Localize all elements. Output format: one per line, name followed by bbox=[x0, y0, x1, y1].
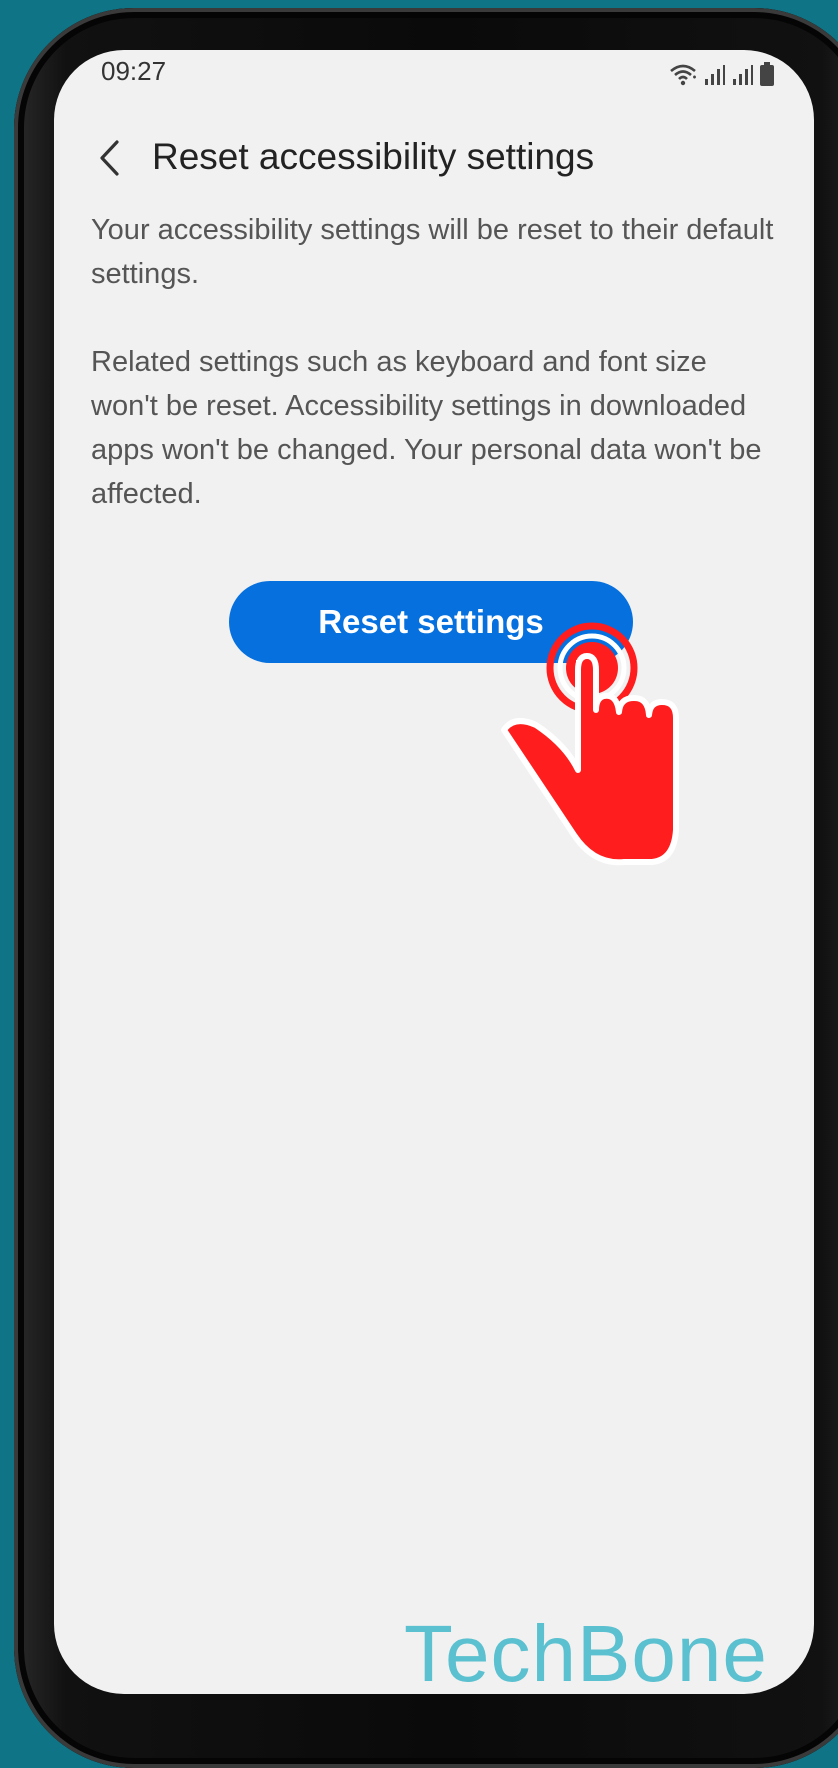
reset-settings-button[interactable]: Reset settings bbox=[229, 581, 633, 663]
phone-screen: 09:27 Reset accessibility settings Your … bbox=[54, 50, 814, 1694]
status-time: 09:27 bbox=[101, 56, 167, 86]
signal-icon bbox=[705, 65, 725, 85]
description-paragraph: Your accessibility settings will be rese… bbox=[91, 214, 774, 290]
watermark: TechBone bbox=[404, 1609, 768, 1694]
status-icons bbox=[668, 58, 774, 86]
signal-icon bbox=[733, 65, 753, 85]
battery-icon bbox=[760, 62, 774, 86]
header: Reset accessibility settings bbox=[54, 120, 814, 200]
status-bar: 09:27 bbox=[54, 50, 814, 98]
description: Your accessibility settings will be rese… bbox=[91, 208, 781, 516]
chevron-left-icon bbox=[100, 140, 119, 176]
back-button[interactable] bbox=[84, 128, 134, 188]
description-paragraph: Related settings such as keyboard and fo… bbox=[91, 346, 762, 510]
page-title: Reset accessibility settings bbox=[152, 136, 595, 177]
wifi-icon bbox=[670, 64, 696, 86]
